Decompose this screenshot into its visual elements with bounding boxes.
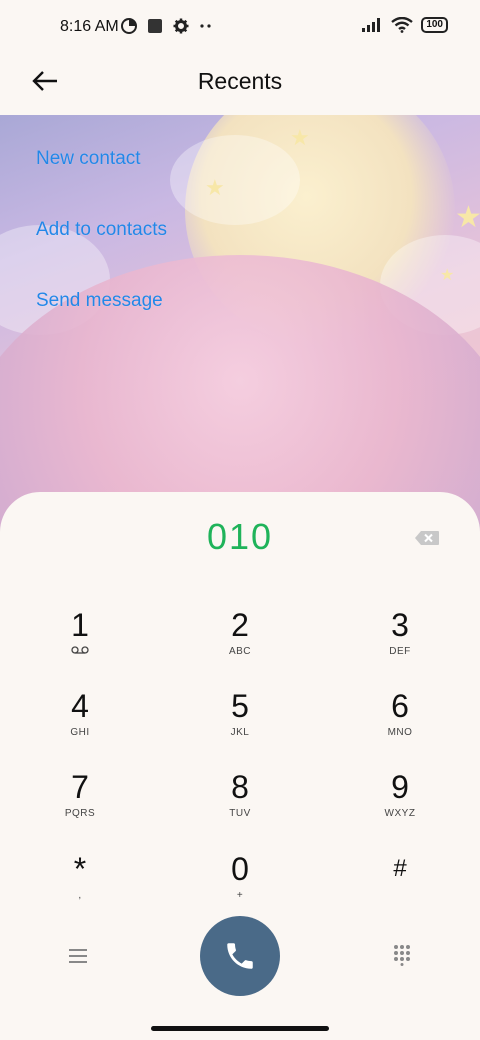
page-title: Recents	[197, 68, 283, 94]
key-1[interactable]: 1	[20, 608, 140, 680]
backspace-icon	[415, 531, 439, 545]
data-saver-icon	[121, 18, 137, 34]
star-icon: ★	[455, 201, 480, 234]
backspace-button[interactable]	[414, 530, 440, 546]
battery-indicator: 100	[421, 17, 448, 33]
key-6[interactable]: 6 MNO	[340, 689, 460, 761]
home-indicator[interactable]	[151, 1026, 329, 1031]
key-digit: 3	[391, 607, 409, 643]
star-icon: ★	[440, 267, 455, 284]
key-5[interactable]: 5 JKL	[180, 689, 300, 761]
key-letters: ,	[78, 890, 82, 901]
key-digit: #	[393, 855, 407, 882]
status-bar: 8:16 AM 100	[0, 0, 480, 56]
key-digit: 8	[231, 769, 249, 805]
star-icon: ★	[290, 125, 310, 150]
key-0[interactable]: 0 +	[180, 852, 300, 924]
key-letters: ABC	[228, 646, 252, 657]
status-right-icons: 100	[361, 17, 448, 33]
key-letters: TUV	[229, 808, 251, 819]
key-digit: 9	[391, 769, 409, 805]
menu-button[interactable]	[66, 946, 90, 966]
call-button[interactable]	[200, 916, 280, 996]
send-message-link[interactable]: Send message	[36, 290, 163, 312]
dialed-number[interactable]: 010	[0, 516, 480, 558]
star-icon: ★	[205, 175, 225, 200]
key-digit: 1	[71, 607, 89, 643]
key-digit: *	[73, 851, 87, 887]
key-letters: WXYZ	[384, 808, 416, 819]
key-digit: 6	[391, 688, 409, 724]
dialpad-toggle-button[interactable]	[392, 944, 412, 966]
status-time: 8:16 AM	[60, 18, 119, 35]
key-digit: 2	[231, 607, 249, 643]
app-notification-icon	[148, 19, 162, 33]
key-7[interactable]: 7 PQRS	[20, 770, 140, 842]
key-letters: MNO	[387, 727, 413, 738]
key-3[interactable]: 3 DEF	[340, 608, 460, 680]
key-4[interactable]: 4 GHI	[20, 689, 140, 761]
signal-icon	[362, 18, 381, 32]
voicemail-icon	[20, 646, 140, 657]
key-star[interactable]: * ,	[20, 852, 140, 924]
more-notifications-icon	[200, 24, 211, 28]
key-8[interactable]: 8 TUV	[180, 770, 300, 842]
key-digit: 7	[71, 769, 89, 805]
key-9[interactable]: 9 WXYZ	[340, 770, 460, 842]
cloud-shape	[170, 135, 300, 225]
dialpad-panel: 010 1 2 ABC 3 DEF 4 GHI 5 JKL 6 MNO 7 PQ…	[0, 492, 480, 1040]
key-letters: +	[236, 890, 244, 901]
key-letters: JKL	[230, 727, 250, 738]
key-letters: PQRS	[64, 808, 96, 819]
key-2[interactable]: 2 ABC	[180, 608, 300, 680]
status-left-icons	[121, 18, 213, 34]
new-contact-link[interactable]: New contact	[36, 148, 141, 170]
key-digit: 5	[231, 688, 249, 724]
key-digit: 0	[231, 851, 249, 887]
key-letters: DEF	[389, 646, 411, 657]
app-header: Recents	[0, 56, 480, 115]
key-hash[interactable]: #	[340, 852, 460, 924]
hamburger-menu-icon	[69, 949, 87, 963]
wallpaper-image: ★ ★ ★ ★	[0, 115, 480, 535]
key-digit: 4	[71, 688, 89, 724]
phone-icon	[227, 943, 253, 969]
gear-icon	[173, 18, 189, 34]
dialpad-icon	[394, 945, 410, 966]
wifi-icon	[391, 17, 414, 33]
key-letters: GHI	[70, 727, 90, 738]
add-to-contacts-link[interactable]: Add to contacts	[36, 219, 167, 241]
